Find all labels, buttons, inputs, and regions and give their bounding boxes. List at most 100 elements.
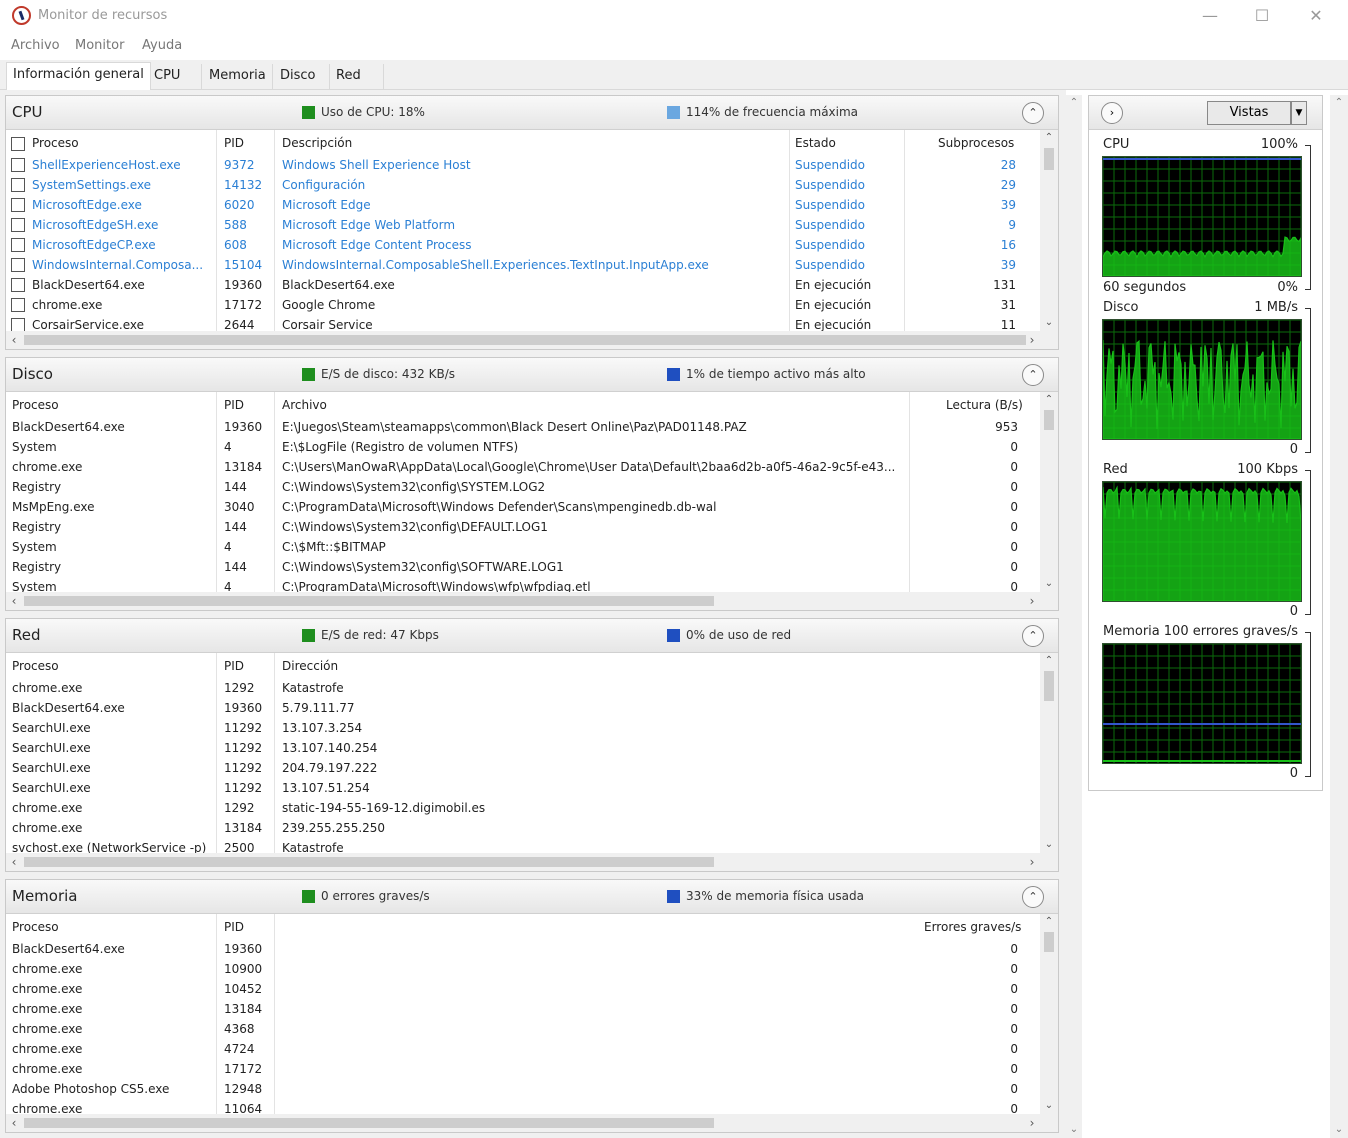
table-row[interactable]: Adobe Photoshop CS5.exe 12948 0	[6, 1080, 1040, 1100]
table-row[interactable]: System 4 E:\$LogFile (Registro de volumen …	[6, 438, 1040, 458]
tab-memory[interactable]: Memoria	[203, 64, 273, 90]
memory-horizontal-scrollbar[interactable]: ‹ ›	[6, 1114, 1058, 1132]
scroll-up-icon[interactable]: ⌃	[1330, 95, 1348, 111]
table-row[interactable]: chrome.exe 4724 0	[6, 1040, 1040, 1060]
network-horizontal-scrollbar[interactable]: ‹ ›	[6, 853, 1058, 871]
table-row[interactable]: SearchUI.exe 11292 13.107.51.254	[6, 779, 1040, 799]
table-row[interactable]: BlackDesert64.exe 19360 BlackDesert64.exe E…	[6, 276, 1040, 296]
col-header-process[interactable]: Proceso	[12, 398, 59, 412]
row-checkbox[interactable]	[11, 298, 25, 312]
row-checkbox[interactable]	[11, 198, 25, 212]
table-row[interactable]: chrome.exe 17172 Google Chrome En ejecución…	[6, 296, 1040, 316]
table-row[interactable]: chrome.exe 4368 0	[6, 1020, 1040, 1040]
col-header-pid[interactable]: PID	[224, 136, 244, 150]
row-checkbox[interactable]	[11, 258, 25, 272]
table-row[interactable]: SystemSettings.exe 14132 Configuración Susp…	[6, 176, 1040, 196]
table-row[interactable]: chrome.exe 10452 0	[6, 980, 1040, 1000]
scroll-right-icon[interactable]: ›	[1024, 331, 1040, 349]
col-header-read[interactable]: Lectura (B/s)	[946, 398, 1023, 412]
table-row[interactable]: chrome.exe 13184 C:\Users\ManOwaR\AppData\…	[6, 458, 1040, 478]
menu-archivo[interactable]: Archivo	[11, 38, 60, 53]
network-collapse-button[interactable]: ⌃	[1022, 625, 1044, 647]
menu-monitor[interactable]: Monitor	[75, 38, 124, 53]
table-row[interactable]: MicrosoftEdgeCP.exe 608 Microsoft Edge Con…	[6, 236, 1040, 256]
tab-overview[interactable]: Información general	[6, 62, 151, 91]
views-button[interactable]: Vistas	[1207, 101, 1291, 125]
row-checkbox[interactable]	[11, 278, 25, 292]
table-row[interactable]: System 4 C:\ProgramData\Microsoft\Windows\…	[6, 578, 1040, 592]
select-all-checkbox[interactable]	[11, 137, 25, 151]
table-row[interactable]: svchost.exe (NetworkService -p) 2500 Katas…	[6, 839, 1040, 853]
table-row[interactable]: SearchUI.exe 11292 13.107.3.254	[6, 719, 1040, 739]
table-row[interactable]: chrome.exe 13184 239.255.255.250	[6, 819, 1040, 839]
table-row[interactable]: Registry 144 C:\Windows\System32\config\SY…	[6, 478, 1040, 498]
table-row[interactable]: BlackDesert64.exe 19360 E:\Juegos\Steam\st…	[6, 418, 1040, 438]
menu-ayuda[interactable]: Ayuda	[142, 38, 182, 53]
scroll-down-icon[interactable]: ⌄	[1066, 1122, 1082, 1138]
scroll-left-icon[interactable]: ‹	[6, 853, 22, 871]
scroll-left-icon[interactable]: ‹	[6, 592, 22, 610]
col-header-pid[interactable]: PID	[224, 398, 244, 412]
table-row[interactable]: MsMpEng.exe 3040 C:\ProgramData\Microsoft\…	[6, 498, 1040, 518]
scroll-down-icon[interactable]: ⌄	[1040, 576, 1058, 592]
cpu-section-header[interactable]: CPU Uso de CPU: 18% 114% de frecuencia m…	[6, 96, 1058, 130]
row-checkbox[interactable]	[11, 158, 25, 172]
col-header-process[interactable]: Proceso	[32, 136, 79, 150]
maximize-button[interactable]: ☐	[1240, 4, 1284, 28]
scroll-up-icon[interactable]: ⌃	[1040, 914, 1058, 930]
table-row[interactable]: BlackDesert64.exe 19360 5.79.111.77	[6, 699, 1040, 719]
tab-cpu[interactable]: CPU	[148, 64, 202, 90]
network-section-header[interactable]: Red E/S de red: 47 Kbps 0% de uso de red…	[6, 619, 1058, 653]
tab-disk[interactable]: Disco	[274, 64, 330, 90]
scroll-down-icon[interactable]: ⌄	[1040, 837, 1058, 853]
row-checkbox[interactable]	[11, 178, 25, 192]
table-row[interactable]: SearchUI.exe 11292 13.107.140.254	[6, 739, 1040, 759]
table-row[interactable]: WindowsInternal.Composa... 15104 WindowsIn…	[6, 256, 1040, 276]
table-row[interactable]: chrome.exe 1292 static-194-55-169-12.digim…	[6, 799, 1040, 819]
table-row[interactable]: chrome.exe 10900 0	[6, 960, 1040, 980]
disk-collapse-button[interactable]: ⌃	[1022, 364, 1044, 386]
scroll-down-icon[interactable]: ⌄	[1040, 315, 1058, 331]
col-header-pid[interactable]: PID	[224, 920, 244, 934]
overview-vertical-scrollbar[interactable]: ⌃ ⌄	[1066, 95, 1082, 1138]
graphs-vertical-scrollbar[interactable]: ⌃ ⌄	[1330, 95, 1348, 1138]
cpu-vertical-scrollbar[interactable]: ⌃ ⌄	[1040, 130, 1058, 331]
memory-vertical-scrollbar[interactable]: ⌃ ⌄	[1040, 914, 1058, 1114]
table-row[interactable]: CorsairService.exe 2644 Corsair Service En …	[6, 316, 1040, 331]
scroll-up-icon[interactable]: ⌃	[1040, 130, 1058, 146]
close-button[interactable]: ✕	[1294, 4, 1338, 28]
table-row[interactable]: MicrosoftEdgeSH.exe 588 Microsoft Edge Web…	[6, 216, 1040, 236]
scroll-down-icon[interactable]: ⌄	[1330, 1122, 1348, 1138]
disk-section-header[interactable]: Disco E/S de disco: 432 KB/s 1% de tiemp…	[6, 358, 1058, 392]
col-header-address[interactable]: Dirección	[282, 659, 338, 673]
col-header-file[interactable]: Archivo	[282, 398, 327, 412]
table-row[interactable]: chrome.exe 17172 0	[6, 1060, 1040, 1080]
row-checkbox[interactable]	[11, 318, 25, 331]
scroll-right-icon[interactable]: ›	[1024, 853, 1040, 871]
scroll-left-icon[interactable]: ‹	[6, 331, 22, 349]
table-row[interactable]: System 4 C:\$Mft::$BITMAP 0	[6, 538, 1040, 558]
scroll-right-icon[interactable]: ›	[1024, 1114, 1040, 1132]
views-dropdown-icon[interactable]: ▼	[1291, 101, 1307, 125]
scroll-up-icon[interactable]: ⌃	[1040, 653, 1058, 669]
table-row[interactable]: ShellExperienceHost.exe 9372 Windows Shell…	[6, 156, 1040, 176]
table-row[interactable]: Registry 144 C:\Windows\System32\config\DE…	[6, 518, 1040, 538]
scroll-down-icon[interactable]: ⌄	[1040, 1098, 1058, 1114]
col-header-process[interactable]: Proceso	[12, 659, 59, 673]
table-row[interactable]: chrome.exe 11064 0	[6, 1100, 1040, 1114]
disk-horizontal-scrollbar[interactable]: ‹ ›	[6, 592, 1058, 610]
scroll-up-icon[interactable]: ⌃	[1040, 392, 1058, 408]
network-vertical-scrollbar[interactable]: ⌃ ⌄	[1040, 653, 1058, 853]
tab-network[interactable]: Red	[330, 64, 384, 90]
minimize-button[interactable]: —	[1188, 4, 1232, 28]
col-header-hard-faults[interactable]: Errores graves/s	[924, 920, 1021, 934]
scroll-left-icon[interactable]: ‹	[6, 1114, 22, 1132]
scroll-up-icon[interactable]: ⌃	[1066, 95, 1082, 111]
col-header-status[interactable]: Estado	[795, 136, 836, 150]
row-checkbox[interactable]	[11, 238, 25, 252]
table-row[interactable]: chrome.exe 13184 0	[6, 1000, 1040, 1020]
row-checkbox[interactable]	[11, 218, 25, 232]
expand-icon[interactable]: ›	[1101, 102, 1123, 124]
disk-vertical-scrollbar[interactable]: ⌃ ⌄	[1040, 392, 1058, 592]
col-header-threads[interactable]: Subprocesos	[938, 136, 1014, 150]
